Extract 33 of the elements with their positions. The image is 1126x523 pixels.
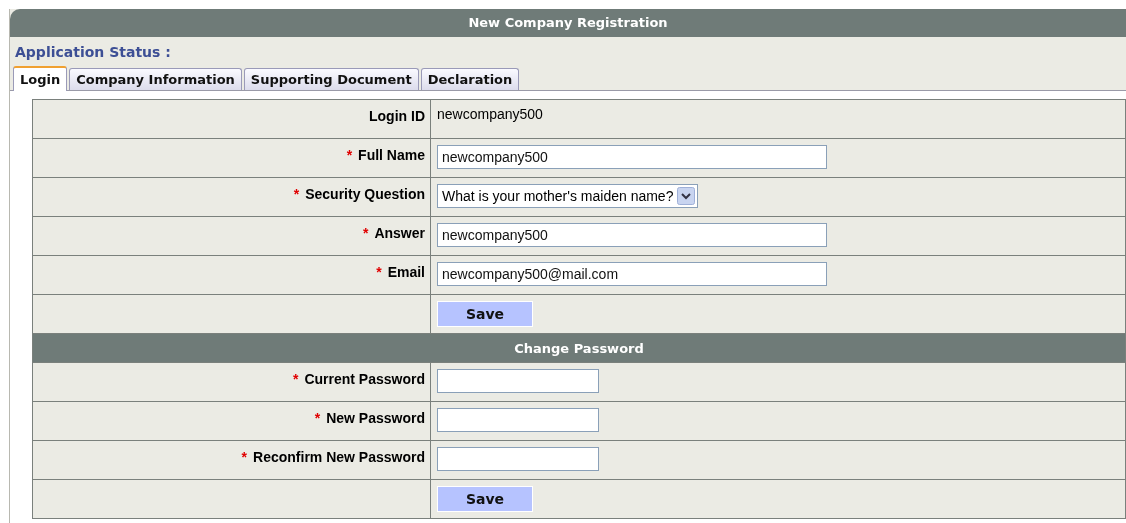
tab[interactable]: Company Information [69,68,242,90]
field-label: Reconfirm New Password [253,449,425,465]
required-asterisk: * [362,225,369,241]
window-title: New Company Registration [10,9,1126,37]
tab[interactable]: Declaration [420,68,520,90]
save-button[interactable]: Save [437,301,533,327]
field-label: Email [387,264,425,280]
password-field[interactable] [437,447,599,471]
password-field[interactable] [437,408,599,432]
tab[interactable]: Login [13,66,68,91]
application-status-label: Application Status : [15,44,171,60]
field-label: Answer [374,225,425,241]
input-field[interactable]: newcompany500 [437,145,827,169]
field-label: New Password [326,410,425,426]
required-asterisk: * [293,186,300,202]
section-header: Change Password [32,333,1126,363]
security-question-dropdown[interactable]: What is your mother's maiden name? [437,184,699,208]
required-asterisk: * [346,147,353,163]
required-asterisk: * [292,371,299,387]
input-field[interactable]: newcompany500 [437,223,827,247]
required-asterisk: * [376,264,382,280]
save-button[interactable]: Save [437,486,533,512]
field-label: Current Password [304,371,425,387]
field-label: Full Name [358,147,425,163]
password-field[interactable] [437,369,599,393]
chevron-down-icon [677,187,696,205]
input-field[interactable]: newcompany500@mail.com [437,262,827,286]
required-asterisk: * [314,410,321,426]
field-label: Security Question [305,186,425,202]
required-asterisk: * [241,449,248,465]
field-label: Login ID [369,108,425,124]
tab[interactable]: Supporting Document [243,68,419,90]
login-id-value: newcompany500 [437,106,543,122]
